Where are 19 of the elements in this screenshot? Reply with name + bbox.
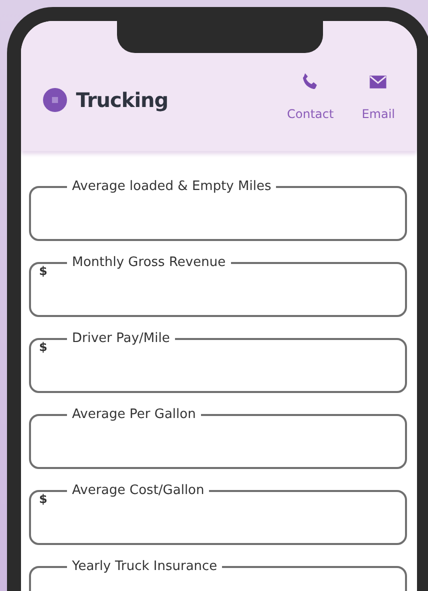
logo-text: Trucking	[76, 88, 168, 112]
field-label: Average Per Gallon	[71, 407, 197, 422]
field-label: Yearly Truck Insurance	[71, 559, 218, 574]
input-field[interactable]: Driver Pay/Mile $	[29, 331, 407, 393]
field-label: Average loaded & Empty Miles	[71, 179, 272, 194]
currency-prefix: $	[39, 492, 48, 506]
input-field[interactable]: Average Per Gallon	[29, 407, 407, 469]
currency-prefix: $	[39, 264, 48, 278]
input-field[interactable]: Yearly Truck Insurance	[29, 559, 407, 591]
email-button[interactable]: Email	[362, 71, 395, 121]
logo-icon	[43, 88, 67, 112]
currency-prefix: $	[39, 340, 48, 354]
field-label: Driver Pay/Mile	[71, 331, 171, 346]
input-field[interactable]: Monthly Gross Revenue $	[29, 255, 407, 317]
input-field[interactable]: Average Cost/Gallon $	[29, 483, 407, 545]
input-field[interactable]: Average loaded & Empty Miles	[29, 179, 407, 241]
contact-button[interactable]: Contact	[287, 71, 334, 121]
field-label: Monthly Gross Revenue	[71, 255, 227, 270]
field-label: Average Cost/Gallon	[71, 483, 206, 498]
